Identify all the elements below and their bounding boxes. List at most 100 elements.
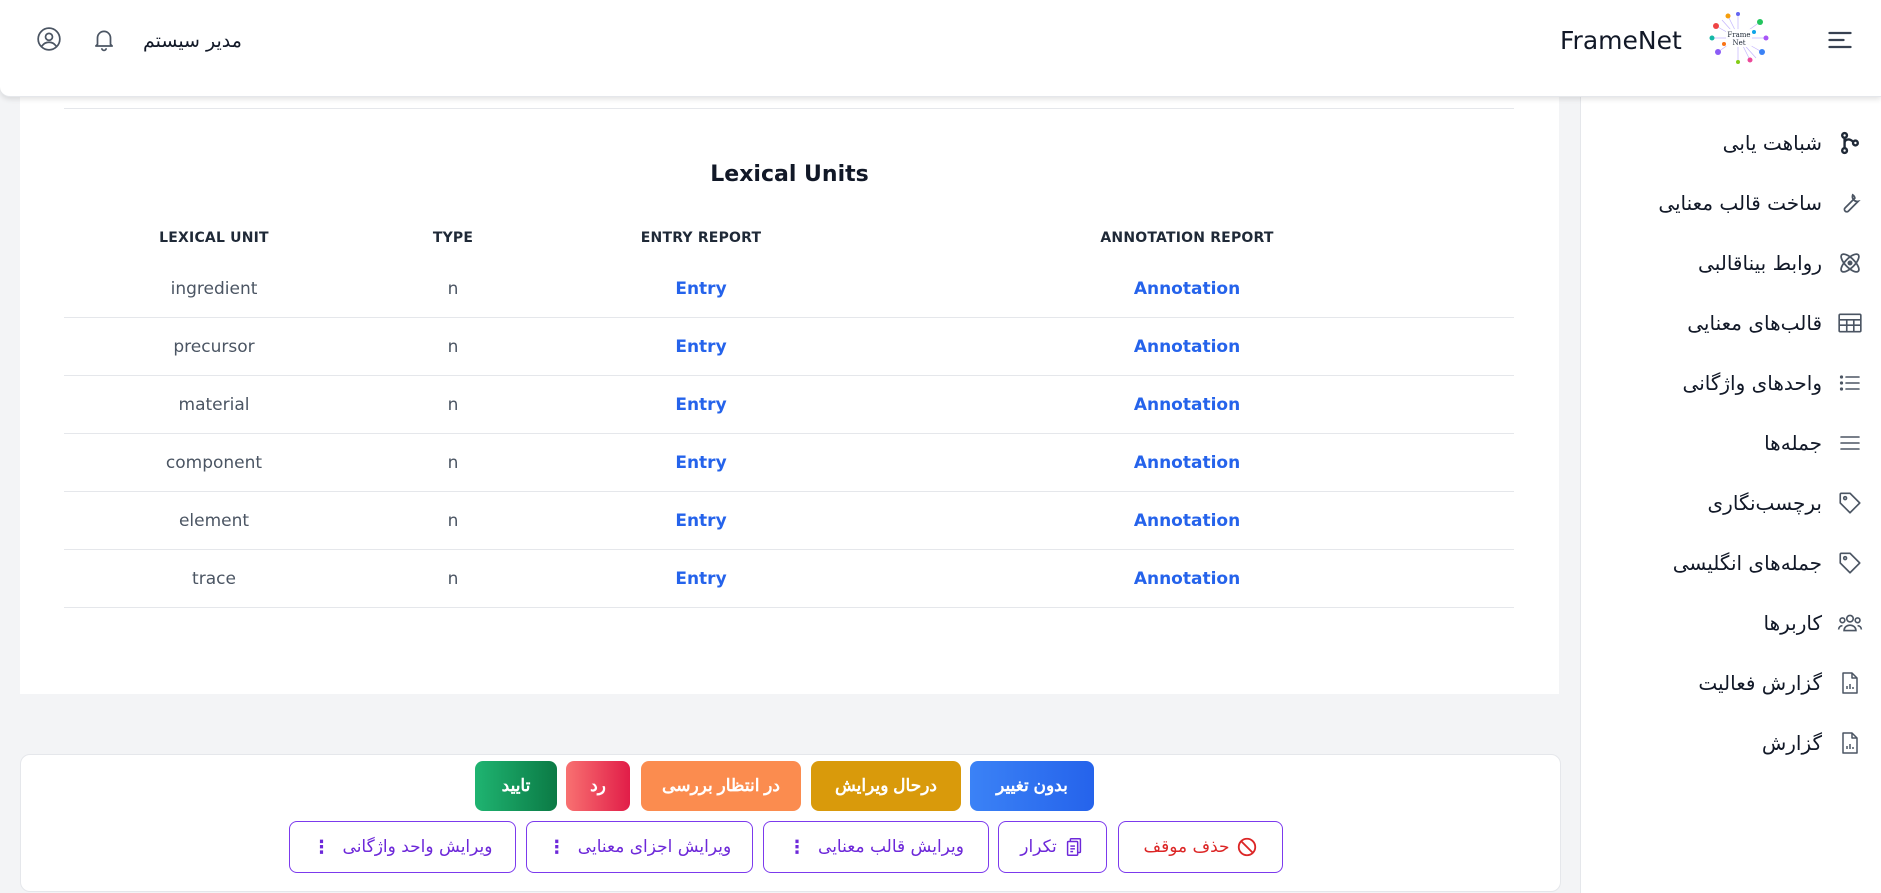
report-icon xyxy=(1836,729,1864,757)
sidebar-item-frame-relations[interactable]: روابط بیناقالبی xyxy=(1698,238,1864,288)
annotation-cell: Annotation xyxy=(860,260,1514,318)
column-header-lexical-unit: LEXICAL UNIT xyxy=(159,230,269,246)
svg-text:Net: Net xyxy=(1732,39,1745,47)
menu-toggle-icon[interactable] xyxy=(1826,26,1854,54)
type-cell: n xyxy=(364,549,542,608)
column-header-annotation-report: ANNOTATION REPORT xyxy=(1100,230,1274,246)
sidebar-item-english-sentences[interactable]: جمله‌های انگلیسی xyxy=(1673,538,1864,588)
edit-elements-button[interactable]: ویرایش اجزای معنایی ⋮ xyxy=(526,821,753,873)
more-vertical-icon: ⋮ xyxy=(312,836,331,858)
delete-pending-label: حذف موقف xyxy=(1143,837,1230,857)
sidebar-item-label: قالب‌های معنایی xyxy=(1687,311,1822,335)
annotation-cell: Annotation xyxy=(860,317,1514,376)
lines-icon xyxy=(1836,429,1864,457)
annotation-link[interactable]: Annotation xyxy=(1134,569,1240,589)
status-pending-button[interactable]: در انتظار بررسی xyxy=(641,761,801,811)
sidebar-item-users[interactable]: کاربرها xyxy=(1763,598,1864,648)
top-header: Frame Net FrameNet مدیر سیستم xyxy=(0,0,1881,97)
entry-cell: Entry xyxy=(542,260,860,318)
status-unchanged-button[interactable]: بدون تغییر xyxy=(970,761,1094,811)
table-row: element n Entry Annotation xyxy=(64,491,1514,550)
annotation-cell: Annotation xyxy=(860,375,1514,434)
duplicate-label: تکرار xyxy=(1020,837,1057,857)
table-row: trace n Entry Annotation xyxy=(64,549,1514,608)
sidebar-item-sentences[interactable]: جمله‌ها xyxy=(1764,418,1864,468)
status-editing-button[interactable]: درحال ویرایش xyxy=(811,761,961,811)
brand-name: FrameNet xyxy=(1560,26,1682,55)
edit-lexical-unit-label: ویرایش واحد واژگانی xyxy=(342,837,493,857)
sidebar-item-similarity[interactable]: شباهت یابی xyxy=(1723,118,1864,168)
entry-link[interactable]: Entry xyxy=(675,511,726,531)
tag-icon xyxy=(1836,489,1864,517)
lexical-units-title: Lexical Units xyxy=(710,162,869,187)
sidebar-item-frames[interactable]: قالب‌های معنایی xyxy=(1687,298,1864,348)
more-vertical-icon: ⋮ xyxy=(788,836,807,858)
framenet-logo: Frame Net xyxy=(1709,12,1769,64)
lexical-units-table: LEXICAL UNIT TYPE ENTRY REPORT ANNOTATIO… xyxy=(64,216,1514,608)
sidebar-item-label: ساخت قالب معنایی xyxy=(1658,191,1822,215)
annotation-link[interactable]: Annotation xyxy=(1134,511,1240,531)
delete-pending-button[interactable]: حذف موقف xyxy=(1118,821,1283,873)
table-row: ingredient n Entry Annotation xyxy=(64,260,1514,318)
git-branch-icon xyxy=(1836,129,1864,157)
sidebar-item-label: جمله‌های انگلیسی xyxy=(1672,551,1822,575)
lexical-units-card: Lexical Units LEXICAL UNIT TYPE ENTRY RE… xyxy=(20,96,1559,694)
sidebar-item-label: جمله‌ها xyxy=(1764,431,1822,455)
sidebar-item-label: برچسب‌نگاری xyxy=(1707,491,1822,515)
edit-lexical-unit-button[interactable]: ویرایش واحد واژگانی ⋮ xyxy=(289,821,516,873)
annotation-cell: Annotation xyxy=(860,433,1514,492)
table-row: material n Entry Annotation xyxy=(64,375,1514,434)
entry-cell: Entry xyxy=(542,549,860,608)
clipboard-copy-icon xyxy=(1063,836,1085,858)
type-cell: n xyxy=(364,317,542,376)
sidebar-item-label: گزارش فعالیت xyxy=(1698,671,1822,695)
edit-frame-label: ویرایش قالب معنایی xyxy=(818,837,964,857)
entry-cell: Entry xyxy=(542,491,860,550)
duplicate-button[interactable]: تکرار xyxy=(998,821,1107,873)
list-icon xyxy=(1836,369,1864,397)
annotation-link[interactable]: Annotation xyxy=(1134,279,1240,299)
atom-icon xyxy=(1836,249,1864,277)
annotation-link[interactable]: Annotation xyxy=(1134,453,1240,473)
entry-link[interactable]: Entry xyxy=(675,569,726,589)
annotation-link[interactable]: Annotation xyxy=(1134,337,1240,357)
sidebar-item-annotation[interactable]: برچسب‌نگاری xyxy=(1708,478,1864,528)
sidebar-item-activity-report[interactable]: گزارش فعالیت xyxy=(1698,658,1864,708)
divider xyxy=(64,108,1514,109)
status-reject-button[interactable]: رد xyxy=(566,761,630,811)
annotation-cell: Annotation xyxy=(860,549,1514,608)
annotation-link[interactable]: Annotation xyxy=(1134,395,1240,415)
table-row: component n Entry Annotation xyxy=(64,433,1514,492)
user-circle-icon[interactable] xyxy=(36,26,62,52)
lexical-unit-cell: component xyxy=(64,433,364,492)
bell-icon[interactable] xyxy=(91,25,117,53)
report-icon xyxy=(1836,669,1864,697)
entry-cell: Entry xyxy=(542,375,860,434)
entry-link[interactable]: Entry xyxy=(675,279,726,299)
sidebar-item-label: واحدهای واژگانی xyxy=(1682,371,1822,395)
annotation-cell: Annotation xyxy=(860,491,1514,550)
sidebar-item-label: شباهت یابی xyxy=(1722,131,1822,155)
sidebar-item-frame-builder[interactable]: ساخت قالب معنایی xyxy=(1658,178,1864,228)
user-name[interactable]: مدیر سیستم xyxy=(143,26,242,56)
lexical-unit-cell: element xyxy=(64,491,364,550)
entry-link[interactable]: Entry xyxy=(675,453,726,473)
svg-text:Frame: Frame xyxy=(1727,31,1750,39)
type-cell: n xyxy=(364,260,542,318)
lexical-unit-cell: precursor xyxy=(64,317,364,376)
sidebar-item-label: کاربرها xyxy=(1763,611,1822,635)
status-approve-button[interactable]: تایید xyxy=(475,761,557,811)
ban-icon xyxy=(1236,836,1258,858)
column-header-entry-report: ENTRY REPORT xyxy=(640,230,762,246)
more-vertical-icon: ⋮ xyxy=(547,836,566,858)
sidebar-item-lexical-units[interactable]: واحدهای واژگانی xyxy=(1683,358,1864,408)
type-cell: n xyxy=(364,375,542,434)
entry-link[interactable]: Entry xyxy=(675,337,726,357)
entry-link[interactable]: Entry xyxy=(675,395,726,415)
users-icon xyxy=(1836,609,1864,637)
edit-frame-button[interactable]: ویرایش قالب معنایی ⋮ xyxy=(763,821,989,873)
entry-cell: Entry xyxy=(542,317,860,376)
lexical-unit-cell: material xyxy=(64,375,364,434)
sidebar-item-report[interactable]: گزارش xyxy=(1762,718,1864,768)
entry-cell: Entry xyxy=(542,433,860,492)
